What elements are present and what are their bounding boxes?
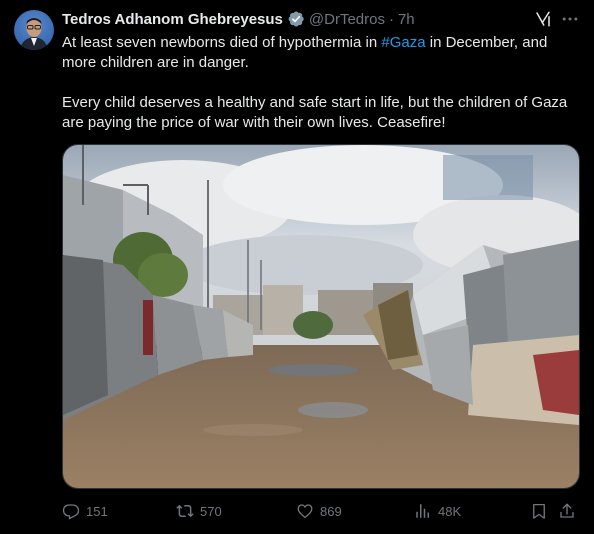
- tweet-header: Tedros Adhanom Ghebreyesus @DrTedros · 7…: [62, 9, 578, 29]
- views-icon: [416, 504, 429, 518]
- reply-icon: [62, 504, 80, 520]
- more-options-icon[interactable]: [560, 9, 580, 29]
- like-button[interactable]: 869: [296, 500, 342, 522]
- tweet-paragraph-1: At least seven newborns died of hypother…: [62, 33, 582, 73]
- repost-count: 570: [200, 503, 222, 519]
- tweet-time[interactable]: 7h: [398, 11, 415, 28]
- camp-photo-icon: [63, 145, 579, 488]
- like-count: 869: [320, 503, 342, 519]
- bookmark-button[interactable]: [530, 500, 548, 522]
- heart-icon: [297, 504, 313, 519]
- tweet-text-segment: At least seven newborns died of hypother…: [62, 34, 382, 51]
- avatar[interactable]: [14, 10, 54, 50]
- repost-icon: [176, 504, 194, 518]
- tweet-actions: 151 570 869 48K: [62, 500, 582, 522]
- grok-icon[interactable]: [534, 10, 552, 28]
- author-name[interactable]: Tedros Adhanom Ghebreyesus: [62, 11, 283, 28]
- separator-dot: ·: [388, 10, 394, 28]
- bookmark-icon: [533, 503, 545, 519]
- hashtag-link[interactable]: #Gaza: [381, 34, 425, 51]
- reply-count: 151: [86, 503, 108, 519]
- tweet-text: At least seven newborns died of hypother…: [62, 33, 582, 133]
- profile-photo-icon: [20, 18, 48, 50]
- views-button[interactable]: 48K: [414, 500, 461, 522]
- repost-button[interactable]: 570: [176, 500, 222, 522]
- share-button[interactable]: [558, 500, 576, 522]
- tweet-photo[interactable]: [62, 144, 580, 489]
- reply-button[interactable]: 151: [62, 500, 108, 522]
- author-handle[interactable]: @DrTedros: [309, 11, 385, 28]
- view-count: 48K: [438, 503, 462, 519]
- share-icon: [560, 503, 574, 518]
- verified-badge-icon: [288, 11, 304, 27]
- tweet-paragraph-2: Every child deserves a healthy and safe …: [62, 94, 568, 131]
